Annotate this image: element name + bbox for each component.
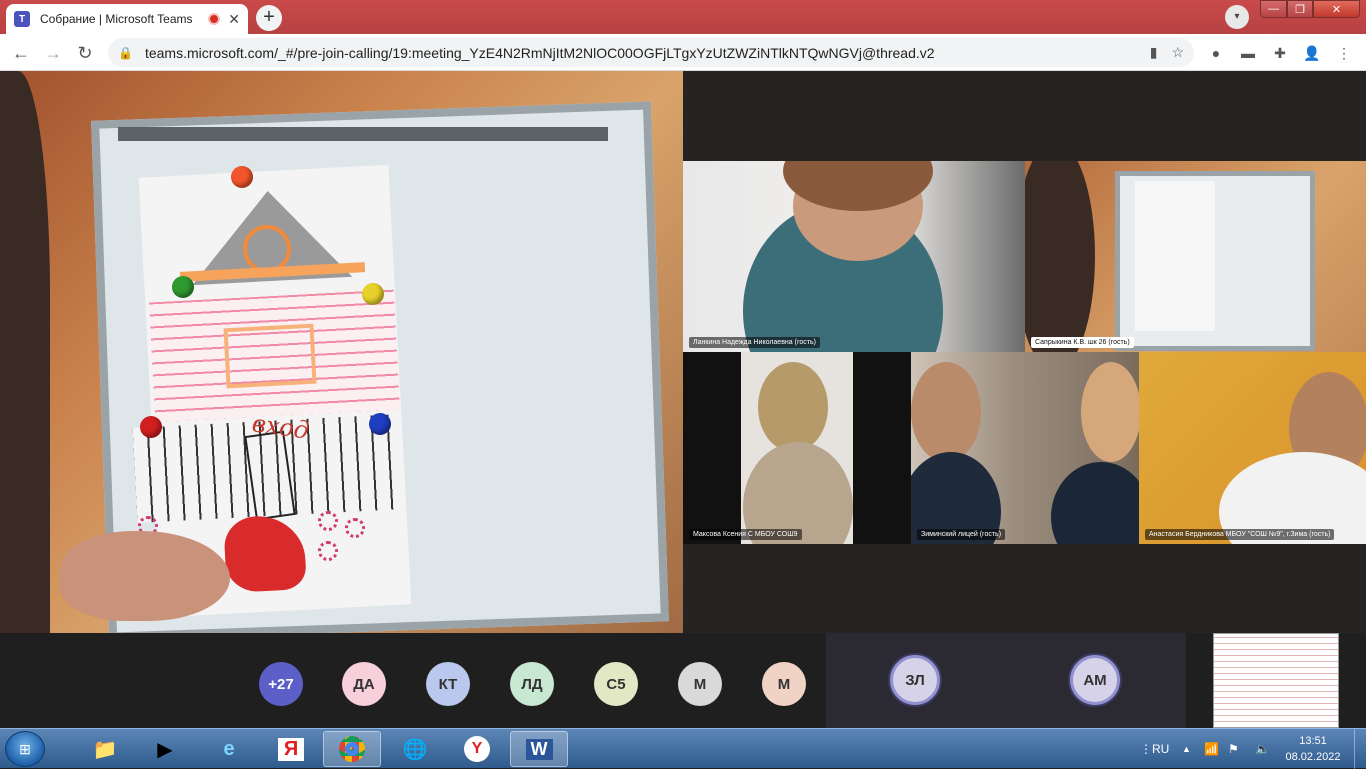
- participant-name: Анастасия Бердникова МБОУ "СОШ №9", г.Зи…: [1145, 529, 1335, 540]
- chrome-icon[interactable]: [323, 731, 381, 767]
- teams-favicon-icon: T: [14, 11, 30, 27]
- avatar[interactable]: ЛД: [510, 662, 554, 706]
- tab-search-button[interactable]: ▾: [1225, 5, 1249, 29]
- flower-drawing: [345, 518, 365, 538]
- speaking-avatar[interactable]: АМ: [1070, 655, 1120, 705]
- flower-drawing: [318, 511, 338, 531]
- network-signal-icon[interactable]: 📶: [1204, 729, 1219, 769]
- browser-globe-icon[interactable]: 🌐: [386, 731, 444, 767]
- tray-grip-icon: ⋮: [1140, 742, 1152, 756]
- tray-expand-icon[interactable]: ▲: [1182, 729, 1191, 769]
- language-indicator[interactable]: RU: [1152, 729, 1169, 769]
- shared-document-thumbnail[interactable]: [1213, 633, 1339, 728]
- magnet-orange: [231, 166, 253, 188]
- main-video[interactable]: вход: [0, 71, 683, 633]
- magnet-blue: [369, 413, 391, 435]
- clock-date: 08.02.2022: [1285, 751, 1341, 763]
- start-button[interactable]: ⊞: [5, 731, 45, 767]
- whiteboard-tray: [118, 127, 608, 141]
- meeting-stage: вход Ланкина Надежда Николаевна (гость) …: [0, 71, 1366, 633]
- drawing-sheet-thumbnail: [1135, 181, 1215, 331]
- yandex-icon[interactable]: Я: [262, 731, 320, 767]
- tab-close-button[interactable]: ✕: [228, 11, 240, 28]
- speaking-avatar[interactable]: ЗЛ: [890, 655, 940, 705]
- internet-explorer-icon[interactable]: e: [200, 731, 258, 767]
- presenter-body: [0, 71, 50, 633]
- word-icon[interactable]: W: [510, 731, 568, 767]
- extension-avatar-icon[interactable]: ●: [1206, 43, 1226, 63]
- flower-drawing: [318, 541, 338, 561]
- participant-name: Ланкина Надежда Николаевна (гость): [689, 337, 820, 348]
- media-icon[interactable]: ▬: [1238, 43, 1258, 63]
- lock-icon[interactable]: 🔒: [118, 46, 133, 60]
- participant-name: Максова Ксения С МБОУ СОШ9: [689, 529, 802, 540]
- participant-tile[interactable]: Анастасия Бердникова МБОУ "СОШ №9", г.Зи…: [1139, 352, 1366, 544]
- media-player-icon[interactable]: ▶: [136, 731, 194, 767]
- bookmark-star-icon[interactable]: ☆: [1171, 44, 1184, 61]
- magnet-yellow: [362, 283, 384, 305]
- magnet-red: [140, 416, 162, 438]
- participant-strip: +27 ДА КТ ЛД С5 М М ЗЛ АМ: [0, 633, 1366, 728]
- tab-teams[interactable]: T Собрание | Microsoft Teams ✕: [6, 4, 248, 34]
- avatar[interactable]: С5: [594, 662, 638, 706]
- action-center-icon[interactable]: ⚑: [1228, 729, 1239, 769]
- magnet-green: [172, 276, 194, 298]
- avatar[interactable]: М: [762, 662, 806, 706]
- browser-tabstrip: T Собрание | Microsoft Teams ✕ + ▾ — ❐ ✕: [0, 0, 1366, 34]
- active-speakers-section: [826, 633, 1186, 728]
- participant-figure: [1025, 161, 1095, 352]
- participant-name: Сапрыкина К.В. шк 26 (гость): [1031, 337, 1134, 348]
- url-text[interactable]: teams.microsoft.com/_#/pre-join-calling/…: [145, 45, 1136, 61]
- tab-title: Собрание | Microsoft Teams: [40, 12, 193, 26]
- avatar[interactable]: КТ: [426, 662, 470, 706]
- avatar[interactable]: М: [678, 662, 722, 706]
- clock-time: 13:51: [1299, 735, 1327, 747]
- windows-taskbar: ⊞ 📁 ▶ e Я 🌐 Y W ⋮ RU ▲ 📶 ⚑ 🔈 13:51 08.02…: [0, 728, 1366, 769]
- window-close-button[interactable]: ✕: [1313, 0, 1360, 18]
- participant-figure: [1051, 462, 1139, 544]
- participant-tile[interactable]: Максова Ксения С МБОУ СОШ9: [683, 352, 911, 544]
- participant-name: Зиминский лицей (гость): [917, 529, 1006, 540]
- presenter-hand: [60, 531, 230, 621]
- back-arrow-icon[interactable]: ←: [8, 40, 34, 66]
- participant-face: [758, 362, 828, 452]
- recording-icon: [208, 13, 221, 25]
- participant-tile[interactable]: Зиминский лицей (гость): [911, 352, 1139, 544]
- system-clock[interactable]: 13:51 08.02.2022: [1282, 733, 1344, 765]
- profile-icon[interactable]: 👤: [1302, 43, 1322, 63]
- window-maximize-button[interactable]: ❐: [1287, 0, 1313, 18]
- participant-face: [1081, 362, 1139, 462]
- participant-tile[interactable]: Сапрыкина К.В. шк 26 (гость): [1025, 161, 1366, 352]
- menu-kebab-icon[interactable]: ⋮: [1334, 43, 1354, 63]
- reload-icon[interactable]: ↻: [72, 40, 98, 66]
- participant-tile[interactable]: Ланкина Надежда Николаевна (гость): [683, 161, 1025, 352]
- yandex-browser-icon[interactable]: Y: [448, 731, 506, 767]
- camera-icon[interactable]: ▮: [1150, 44, 1158, 61]
- show-desktop-button[interactable]: [1354, 729, 1366, 769]
- avatar[interactable]: ДА: [342, 662, 386, 706]
- explorer-icon[interactable]: 📁: [76, 731, 134, 767]
- browser-toolbar: ← → ↻ 🔒 teams.microsoft.com/_#/pre-join-…: [0, 34, 1366, 71]
- house-window-drawing: [223, 323, 317, 389]
- window-minimize-button[interactable]: —: [1260, 0, 1287, 18]
- forward-arrow-icon[interactable]: →: [40, 40, 66, 66]
- participant-face: [911, 362, 981, 462]
- address-bar[interactable]: 🔒 teams.microsoft.com/_#/pre-join-callin…: [108, 38, 1194, 67]
- volume-icon[interactable]: 🔈: [1255, 729, 1270, 769]
- extensions-puzzle-icon[interactable]: ✚: [1270, 43, 1290, 63]
- more-participants-button[interactable]: +27: [259, 662, 303, 706]
- new-tab-button[interactable]: +: [256, 5, 282, 31]
